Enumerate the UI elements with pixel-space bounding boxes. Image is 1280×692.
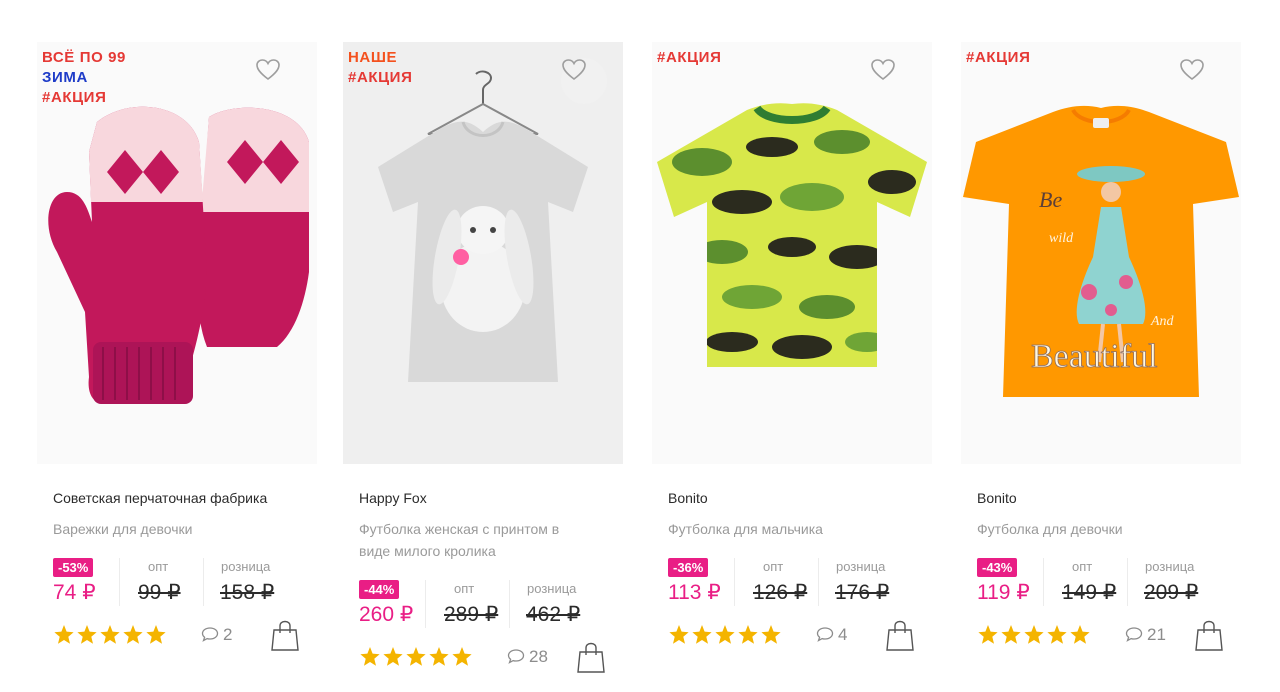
- wholesale-label: опт: [763, 559, 784, 574]
- badge-promo[interactable]: #АКЦИЯ: [966, 48, 1030, 68]
- tshirt-bunny-image: [378, 70, 588, 383]
- product-image[interactable]: #АКЦИЯ: [652, 42, 932, 464]
- retail-label: розница: [527, 581, 577, 596]
- heart-icon: [1180, 59, 1204, 81]
- wholesale-price: 289 ₽: [444, 603, 499, 626]
- current-price: 74 ₽: [53, 581, 96, 604]
- product-brand[interactable]: Bonito: [668, 490, 708, 506]
- rating-stars[interactable]: [668, 624, 786, 646]
- retail-price: 176 ₽: [835, 581, 890, 604]
- price-block: -44% 260 ₽ опт 289 ₽ розница 462 ₽: [359, 580, 619, 628]
- product-title[interactable]: Футболка для мальчика: [668, 518, 898, 540]
- orange-tshirt-image: Be wild And Beautiful: [963, 105, 1239, 398]
- badge-promo[interactable]: #АКЦИЯ: [42, 88, 126, 108]
- wholesale-price: 149 ₽: [1062, 581, 1117, 604]
- wishlist-button[interactable]: [255, 58, 301, 104]
- svg-text:wild: wild: [1049, 231, 1074, 246]
- card-footer: 28: [359, 642, 621, 676]
- promo-badges: НАШЕ #АКЦИЯ: [348, 48, 412, 88]
- card-footer: 21: [977, 620, 1239, 654]
- product-title[interactable]: Футболка женская с принтом в виде милого…: [359, 518, 589, 562]
- product-image[interactable]: НАШЕ #АКЦИЯ: [343, 42, 623, 464]
- discount-badge: -53%: [53, 558, 94, 577]
- wholesale-price: 99 ₽: [138, 581, 181, 604]
- discount-badge: -36%: [668, 558, 709, 577]
- comments-count: 4: [838, 625, 848, 644]
- rating-stars[interactable]: [359, 646, 477, 668]
- retail-label: розница: [1145, 559, 1195, 574]
- product-brand[interactable]: Bonito: [977, 490, 1017, 506]
- wishlist-button[interactable]: [561, 58, 607, 104]
- shopping-bag-icon[interactable]: [577, 642, 605, 674]
- product-brand[interactable]: Happy Fox: [359, 490, 427, 506]
- wholesale-label: опт: [454, 581, 475, 596]
- svg-text:Beautiful: Beautiful: [1031, 338, 1158, 375]
- retail-price: 462 ₽: [526, 603, 581, 626]
- svg-text:Be: Be: [1039, 187, 1062, 212]
- price-block: -43% 119 ₽ опт 149 ₽ розница 209 ₽: [977, 558, 1237, 606]
- price-block: -53% 74 ₽ опт 99 ₽ розница 158 ₽: [53, 558, 313, 606]
- comment-icon: [507, 649, 525, 664]
- comments-link[interactable]: 28: [507, 647, 548, 667]
- discount-badge: -43%: [977, 558, 1018, 577]
- card-footer: 4: [668, 620, 930, 654]
- badge-ours[interactable]: НАШЕ: [348, 48, 412, 68]
- retail-price: 158 ₽: [220, 581, 275, 604]
- wishlist-button[interactable]: [1179, 58, 1225, 104]
- retail-price: 209 ₽: [1144, 581, 1199, 604]
- price-block: -36% 113 ₽ опт 126 ₽ розница 176 ₽: [668, 558, 928, 606]
- comments-link[interactable]: 2: [201, 625, 232, 645]
- badge-promo[interactable]: #АКЦИЯ: [657, 48, 721, 68]
- badge-all-for-99[interactable]: ВСЁ ПО 99: [42, 48, 126, 68]
- product-title[interactable]: Варежки для девочки: [53, 518, 283, 540]
- heart-icon: [256, 59, 280, 81]
- wishlist-button[interactable]: [870, 58, 916, 104]
- heart-icon: [871, 59, 895, 81]
- wholesale-label: опт: [1072, 559, 1093, 574]
- card-footer: 2: [53, 620, 315, 654]
- badge-promo[interactable]: #АКЦИЯ: [348, 68, 412, 88]
- rating-stars[interactable]: [53, 624, 171, 646]
- rating-stars[interactable]: [977, 624, 1095, 646]
- retail-label: розница: [836, 559, 886, 574]
- shopping-bag-icon[interactable]: [886, 620, 914, 652]
- product-image[interactable]: Be wild And Beautiful #АКЦИЯ: [961, 42, 1241, 464]
- current-price: 113 ₽: [668, 581, 721, 604]
- wholesale-price: 126 ₽: [753, 581, 808, 604]
- shopping-bag-icon[interactable]: [1195, 620, 1223, 652]
- comments-link[interactable]: 21: [1125, 625, 1166, 645]
- product-title[interactable]: Футболка для девочки: [977, 518, 1207, 540]
- promo-badges: ВСЁ ПО 99 ЗИМА #АКЦИЯ: [42, 48, 126, 108]
- retail-label: розница: [221, 559, 271, 574]
- comments-count: 28: [529, 647, 548, 666]
- comment-icon: [201, 627, 219, 642]
- comments-count: 2: [223, 625, 233, 644]
- current-price: 119 ₽: [977, 581, 1030, 604]
- product-brand[interactable]: Советская перчаточная фабрика: [53, 490, 267, 506]
- svg-text:And: And: [1150, 314, 1175, 329]
- comment-icon: [1125, 627, 1143, 642]
- promo-badges: #АКЦИЯ: [966, 48, 1030, 68]
- comments-link[interactable]: 4: [816, 625, 847, 645]
- badge-winter[interactable]: ЗИМА: [42, 68, 126, 88]
- heart-icon: [562, 59, 586, 81]
- shopping-bag-icon[interactable]: [271, 620, 299, 652]
- camouflage-tshirt-image: [657, 103, 927, 367]
- product-image[interactable]: ВСЁ ПО 99 ЗИМА #АКЦИЯ: [37, 42, 317, 464]
- discount-badge: -44%: [359, 580, 400, 599]
- current-price: 260 ₽: [359, 603, 414, 626]
- comments-count: 21: [1147, 625, 1166, 644]
- wholesale-label: опт: [148, 559, 169, 574]
- promo-badges: #АКЦИЯ: [657, 48, 721, 68]
- comment-icon: [816, 627, 834, 642]
